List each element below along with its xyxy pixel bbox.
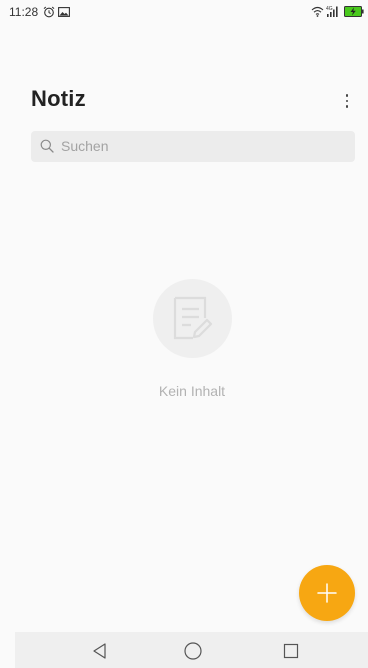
empty-state-illustration bbox=[153, 279, 232, 358]
status-time: 11:28 bbox=[9, 5, 39, 19]
empty-state-text: Kein Inhalt bbox=[158, 383, 226, 399]
notes-screen: 11:28 4G Notiz Suchen Kein Inhalt bbox=[0, 0, 368, 668]
more-options-button[interactable] bbox=[338, 89, 356, 113]
alarm-icon bbox=[43, 6, 55, 18]
note-edit-icon bbox=[173, 296, 213, 340]
search-placeholder: Suchen bbox=[61, 138, 109, 154]
page-title: Notiz bbox=[31, 86, 86, 111]
more-vertical-icon bbox=[345, 94, 349, 97]
signal-icon: 4G bbox=[326, 6, 338, 17]
svg-text:4G: 4G bbox=[326, 6, 333, 12]
more-vertical-icon-dot bbox=[345, 99, 349, 103]
more-vertical-icon-dot bbox=[345, 105, 349, 108]
search-icon bbox=[40, 139, 54, 153]
plus-icon bbox=[317, 583, 337, 603]
back-icon[interactable] bbox=[91, 642, 109, 660]
status-bar: 11:28 4G bbox=[0, 0, 368, 26]
home-icon[interactable] bbox=[183, 641, 203, 661]
recents-icon[interactable] bbox=[282, 642, 300, 660]
image-icon bbox=[58, 7, 70, 17]
wifi-icon bbox=[311, 6, 324, 17]
battery-charging-icon bbox=[344, 6, 364, 17]
navigation-bar bbox=[15, 632, 368, 668]
search-input[interactable]: Suchen bbox=[31, 131, 355, 162]
add-note-button[interactable] bbox=[299, 565, 355, 621]
